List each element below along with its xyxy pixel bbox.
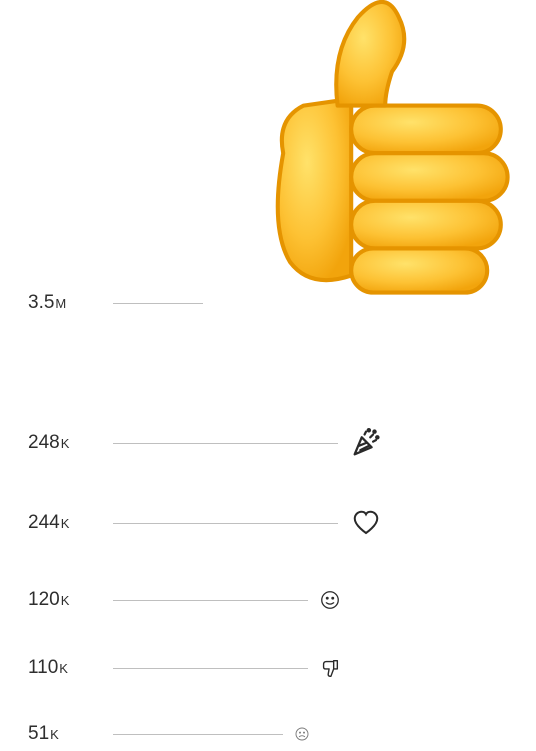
reaction-count: 244K — [28, 512, 113, 534]
smiley-icon — [308, 589, 352, 611]
reaction-count: 51K — [28, 723, 113, 745]
reaction-count: 248K — [28, 432, 113, 454]
heart-icon — [338, 508, 394, 538]
list-item: 51K — [28, 717, 508, 751]
list-item: 248K — [28, 421, 508, 465]
thumbs-up-icon — [188, 0, 528, 330]
reaction-count: 3.5M — [28, 292, 113, 314]
thumbs-down-icon — [308, 657, 352, 679]
sad-face-icon — [283, 726, 321, 742]
reaction-count: 110K — [28, 657, 113, 679]
list-item: 120K — [28, 581, 508, 619]
list-item: 3.5M — [28, 283, 508, 323]
reaction-list: 3.5M 248K 244K — [28, 283, 508, 751]
list-item: 110K — [28, 649, 508, 687]
reaction-count: 120K — [28, 589, 113, 611]
list-item: 244K — [28, 501, 508, 545]
party-popper-icon — [338, 426, 394, 460]
